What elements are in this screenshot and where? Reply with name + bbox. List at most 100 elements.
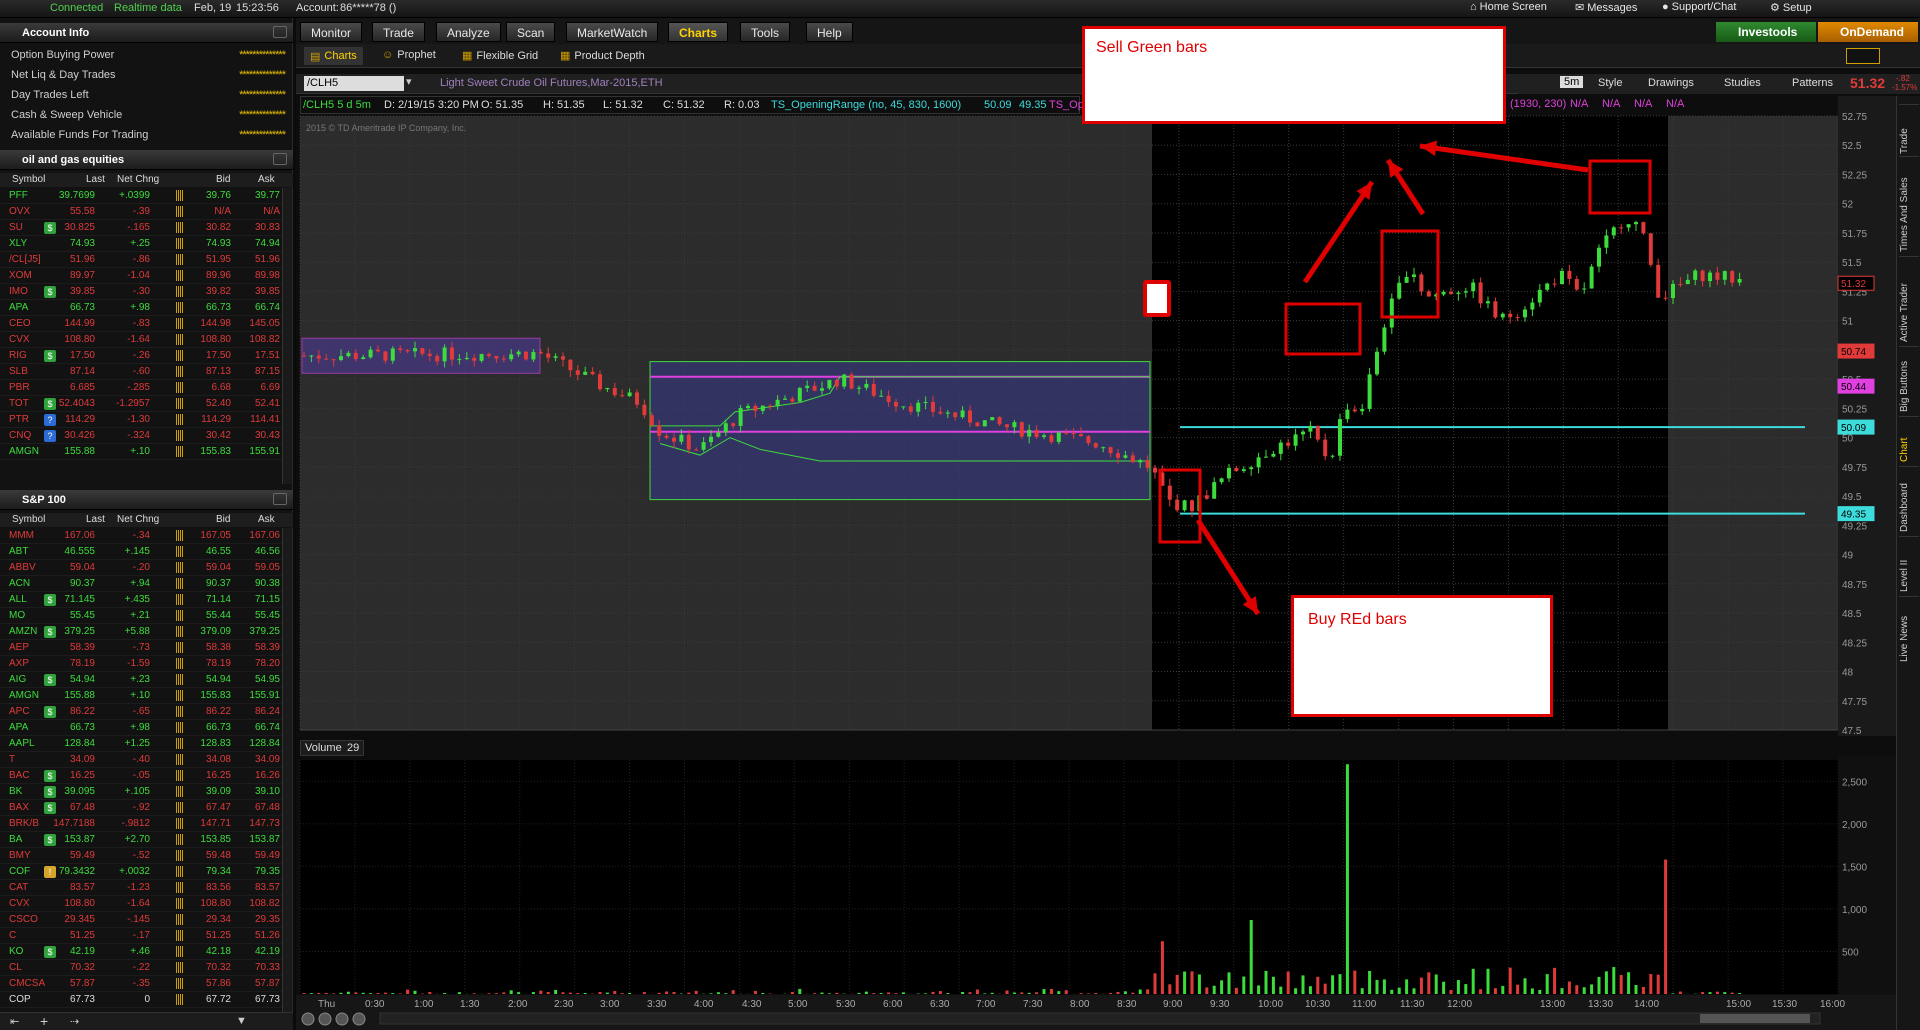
candle-body	[1323, 439, 1328, 457]
vol-tick-label: 500	[1842, 947, 1859, 958]
candle-body	[716, 432, 721, 437]
side-tab-live-news[interactable]: Live News	[1899, 596, 1919, 662]
candle-body	[1352, 409, 1357, 412]
volume-bar	[761, 992, 765, 994]
side-tab-dashboard[interactable]: Dashboard	[1899, 466, 1919, 532]
volume-bar	[1168, 984, 1172, 994]
candle-body	[1101, 447, 1106, 449]
candle-body	[361, 357, 366, 359]
side-tab-level-ii[interactable]: Level II	[1899, 536, 1919, 592]
candle-body	[1108, 447, 1113, 454]
candle-body	[1278, 442, 1283, 454]
volume-bar	[694, 990, 698, 994]
side-tab-trade[interactable]: Trade	[1899, 104, 1919, 154]
candle-body	[1597, 247, 1601, 267]
volume-bar	[1094, 992, 1098, 994]
candle-body	[1153, 467, 1157, 473]
time-scrollbar[interactable]	[379, 1012, 1821, 1025]
chart-info-bar: /CLH5 5 d 5m D: 2/19/15 3:20 PM O: 51.35…	[300, 96, 1143, 114]
volume-bar	[1619, 974, 1623, 994]
volume-bar	[369, 993, 373, 994]
volume-bar	[1042, 989, 1046, 994]
candle-body	[1360, 408, 1365, 412]
volume-bar	[1323, 983, 1327, 994]
candle-body	[931, 401, 935, 412]
candle-body	[1389, 298, 1394, 328]
info-study[interactable]: TS_OpeningRange (no, 45, 830, 1600)	[771, 99, 961, 111]
candle-body	[324, 358, 329, 360]
volume-bar	[1153, 973, 1157, 994]
candle-body	[583, 371, 588, 375]
candle-body	[790, 398, 795, 402]
volume-bar	[931, 991, 935, 994]
candle-body	[1012, 422, 1017, 428]
vol-tick-label: 2,500	[1842, 777, 1867, 788]
volume-bar	[1146, 989, 1150, 994]
volume-bar	[605, 992, 609, 994]
volume-bar	[731, 990, 735, 994]
time-scrollbar-thumb[interactable]	[1700, 1014, 1810, 1023]
candle-body	[953, 412, 958, 418]
side-tab-active-trader[interactable]: Active Trader	[1899, 256, 1919, 342]
volume-bar	[1501, 985, 1505, 994]
zoom-in-icon[interactable]	[318, 1012, 332, 1026]
volume-bar	[1338, 974, 1342, 994]
candle-body	[1708, 272, 1712, 282]
candle-body	[1375, 351, 1379, 375]
volume-bar	[1412, 988, 1416, 994]
dollar-icon[interactable]	[352, 1012, 366, 1026]
candle-body	[1611, 227, 1616, 236]
volume-bar	[1123, 991, 1127, 994]
y-tick-label: 49.5	[1842, 492, 1862, 503]
x-tick-label: 15:00	[1726, 999, 1751, 1010]
candle-body	[420, 348, 425, 354]
candle-body	[738, 408, 743, 426]
x-tick-label: 11:00	[1352, 999, 1377, 1010]
candle-body	[1634, 222, 1638, 225]
candle-body	[1027, 429, 1032, 437]
y-tick-label: 48.5	[1842, 609, 1862, 620]
candle-body	[1219, 478, 1224, 483]
volume-bar	[1012, 992, 1016, 994]
volume-bar	[1582, 987, 1586, 994]
x-tick-label: 9:30	[1210, 999, 1230, 1010]
side-tab-times-and-sales[interactable]: Times And Sales	[1899, 156, 1919, 252]
candle-body	[494, 355, 499, 359]
candle-body	[1241, 469, 1246, 472]
volume-bar	[1405, 979, 1409, 994]
drag-icon[interactable]	[335, 1012, 349, 1026]
volume-bar	[1471, 968, 1475, 994]
volume-bar	[1294, 988, 1298, 994]
candle-body	[1138, 460, 1143, 463]
candle-body	[1086, 436, 1091, 444]
volume-bar	[1286, 971, 1290, 994]
x-tick-label: 12:00	[1447, 999, 1472, 1010]
volume-bar	[509, 990, 513, 994]
volume-bar	[1368, 970, 1372, 994]
candle-body	[309, 355, 314, 357]
volume-bar	[1116, 991, 1120, 994]
side-tab-big-buttons[interactable]: Big Buttons	[1899, 346, 1919, 412]
candle-body	[627, 392, 632, 397]
volume-bar	[1160, 941, 1164, 994]
volume-bar	[1612, 967, 1616, 994]
volume-bar	[1738, 993, 1742, 994]
price-chart[interactable]: 52.7552.552.255251.7551.551.255150.7550.…	[0, 0, 1920, 1030]
annotation-sell: Sell Green bars	[1082, 26, 1506, 124]
volume-bar	[1553, 967, 1557, 994]
candle-body	[1330, 455, 1335, 457]
volume-bar	[628, 992, 632, 994]
volume-bar	[1049, 988, 1053, 994]
annotation-buy: Buy REd bars	[1291, 595, 1553, 717]
side-tab-chart[interactable]: Chart	[1899, 416, 1919, 462]
volume-bar	[1212, 985, 1216, 994]
info-na: N/A	[1634, 98, 1653, 110]
zoom-out-icon[interactable]	[301, 1012, 315, 1026]
candle-body	[620, 395, 625, 397]
volume-bar	[946, 993, 950, 994]
candle-body	[575, 370, 580, 375]
volume-bar	[332, 993, 336, 994]
volume-bar	[1530, 988, 1534, 994]
y-tick-label: 49.25	[1842, 521, 1867, 532]
volume-bar	[820, 992, 824, 994]
